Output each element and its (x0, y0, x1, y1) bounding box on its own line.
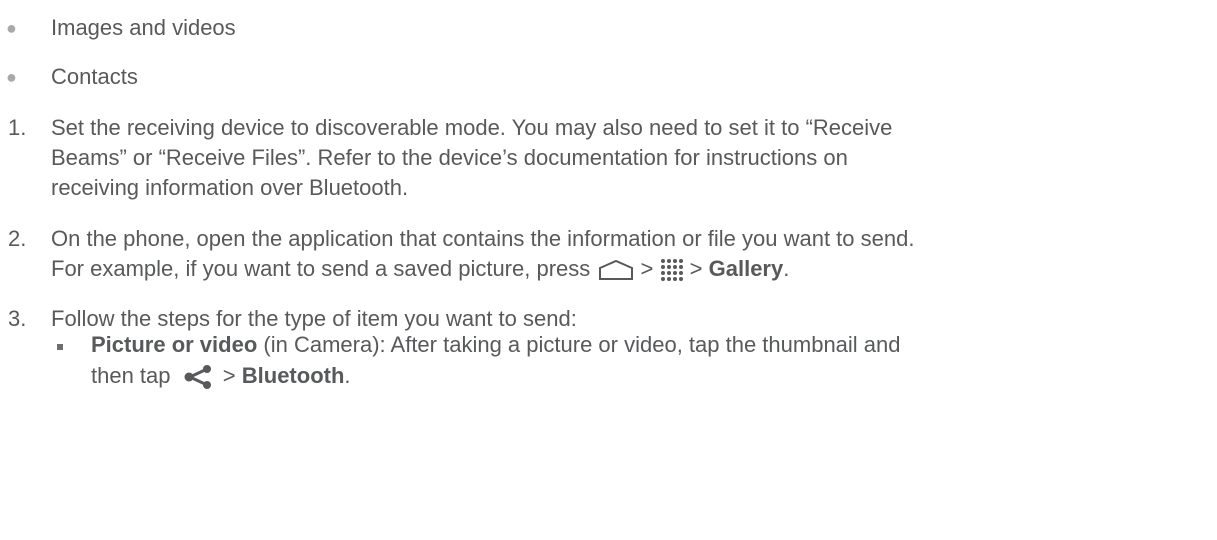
separator: > (640, 256, 654, 281)
step-number: 3. (8, 306, 27, 331)
manual-page: ● Images and videos ● Contacts 1. Set th… (0, 0, 1217, 540)
bullet-dot: ● (6, 18, 17, 38)
step-number: 1. (8, 115, 27, 140)
step-1-line-2: Beams” or “Receive Files”. Refer to the … (51, 145, 848, 170)
subitem-bold-label: Picture or video (91, 332, 258, 357)
step-2-line-1: On the phone, open the application that … (51, 226, 915, 251)
square-bullet (57, 344, 63, 350)
subitem-line-1: Picture or video (in Camera): After taki… (91, 330, 901, 360)
bullet-item-contacts: Contacts (51, 64, 138, 89)
bluetooth-label: Bluetooth (241, 363, 345, 388)
subitem-line-2: then tap > Bluetooth. (91, 361, 351, 391)
share-icon (184, 365, 211, 390)
period: . (783, 256, 790, 281)
bullet-item-images-videos: Images and videos (51, 15, 236, 40)
step-number: 2. (8, 226, 27, 251)
step-2-line-2: For example, if you want to send a saved… (51, 254, 789, 284)
separator: > (222, 363, 236, 388)
step-1-line-3: receiving information over Bluetooth. (51, 175, 409, 200)
gallery-label: Gallery (708, 256, 784, 281)
home-icon (599, 260, 634, 281)
subitem-line-2-text: then tap (91, 363, 171, 388)
separator: > (689, 256, 703, 281)
step-1-line-1: Set the receiving device to discoverable… (51, 115, 893, 140)
apps-icon (660, 259, 683, 282)
period: . (344, 363, 351, 388)
subitem-text: (in Camera): After taking a picture or v… (257, 332, 901, 357)
bullet-dot: ● (6, 67, 17, 87)
step-2-line-2-text: For example, if you want to send a saved… (51, 256, 591, 281)
